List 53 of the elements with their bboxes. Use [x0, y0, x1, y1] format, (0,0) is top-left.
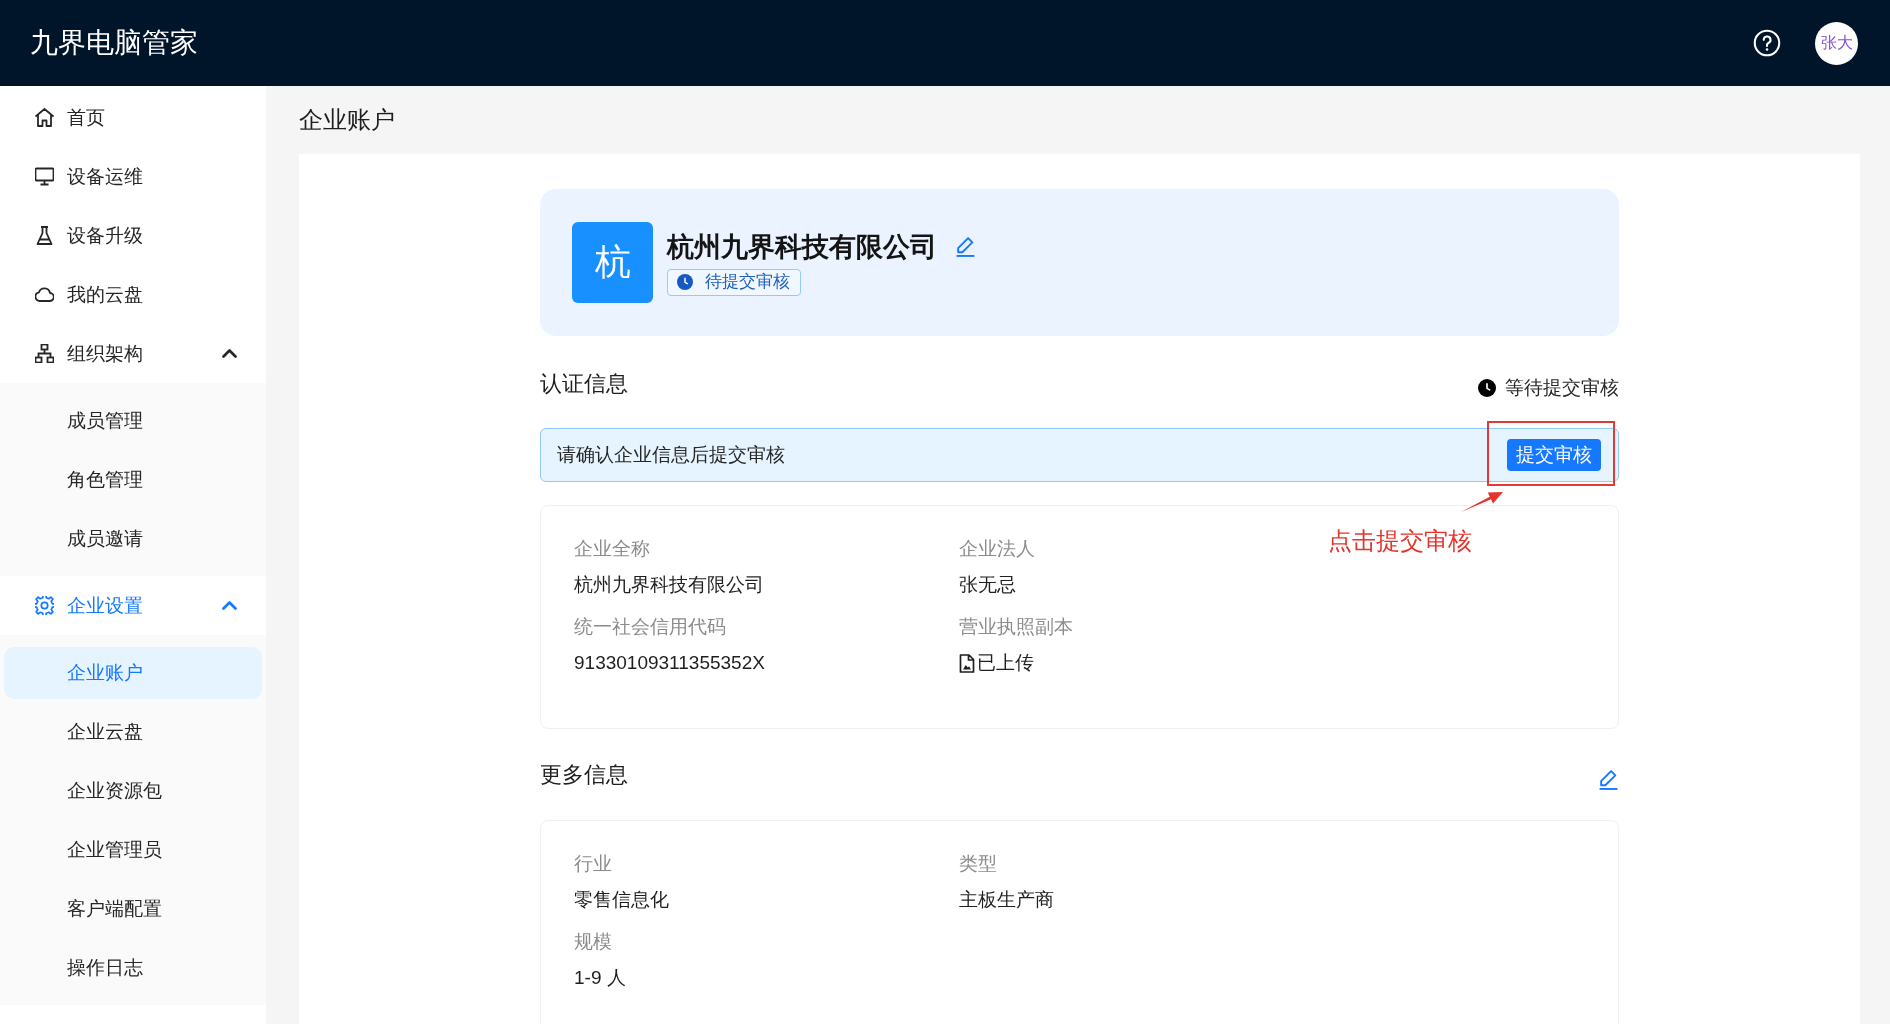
sidebar-item[interactable]: 企业管理员	[4, 823, 262, 876]
sidebar-group[interactable]: 企业设置	[4, 579, 262, 632]
field-label: 行业	[574, 852, 612, 876]
hierarchy-icon	[35, 344, 54, 363]
company-avatar: 杭	[572, 222, 653, 303]
field-label: 统一社会信用代码	[574, 615, 726, 639]
sidebar-item[interactable]: 操作日志	[4, 941, 262, 994]
field-value: 张无忌	[959, 573, 1016, 597]
sidebar-item[interactable]: 设备运维	[4, 150, 262, 203]
section-title: 更多信息	[540, 761, 628, 789]
sidebar-item[interactable]: 设备升级	[4, 209, 262, 262]
file-status: 已上传	[959, 650, 1034, 676]
status-text: 等待提交审核	[1505, 376, 1619, 400]
monitor-icon	[35, 167, 54, 186]
sidebar-item[interactable]: 客户端配置	[4, 882, 262, 935]
field-label: 营业执照副本	[959, 615, 1073, 639]
cloud-icon	[35, 285, 54, 304]
clock-icon	[677, 274, 693, 290]
annotation-text: 点击提交审核	[1328, 527, 1472, 555]
field-label: 规模	[574, 930, 612, 954]
sidebar-item[interactable]: 角色管理	[4, 453, 262, 506]
page-title: 企业账户	[299, 105, 395, 135]
clock-icon	[1478, 379, 1496, 397]
flask-icon	[35, 226, 54, 245]
sidebar-item[interactable]: 企业账户	[4, 646, 262, 699]
sidebar-item[interactable]: 成员管理	[4, 394, 262, 447]
sidebar-item[interactable]: 企业云盘	[4, 705, 262, 758]
settings-icon	[35, 596, 54, 615]
status-badge: 待提交审核	[667, 268, 801, 296]
sidebar-item[interactable]: 成员邀请	[4, 512, 262, 565]
sidebar-group[interactable]: 组织架构	[4, 327, 262, 380]
field-value: 零售信息化	[574, 888, 669, 912]
file-icon	[959, 653, 975, 673]
field-label: 类型	[959, 852, 997, 876]
section-title: 认证信息	[540, 370, 628, 398]
company-name: 杭州九界科技有限公司	[667, 230, 937, 264]
field-value: 杭州九界科技有限公司	[574, 573, 764, 597]
field-value: 1-9 人	[574, 966, 626, 990]
submit-button[interactable]: 提交审核	[1507, 439, 1601, 471]
edit-icon[interactable]	[1598, 768, 1619, 790]
sidebar-item[interactable]: 我的云盘	[4, 268, 262, 321]
field-label: 企业法人	[959, 537, 1035, 561]
sidebar-item[interactable]: 首页	[4, 91, 262, 144]
app-title: 九界电脑管家	[30, 26, 198, 60]
edit-icon[interactable]	[955, 236, 976, 257]
user-avatar[interactable]: 张大	[1815, 21, 1858, 65]
sidebar-item[interactable]: 企业资源包	[4, 764, 262, 817]
home-icon	[35, 108, 54, 127]
field-value: 主板生产商	[959, 888, 1054, 912]
field-value: 91330109311355352X	[574, 651, 765, 675]
help-icon[interactable]	[1753, 29, 1781, 57]
notice-text: 请确认企业信息后提交审核	[557, 443, 785, 467]
field-label: 企业全称	[574, 537, 650, 561]
